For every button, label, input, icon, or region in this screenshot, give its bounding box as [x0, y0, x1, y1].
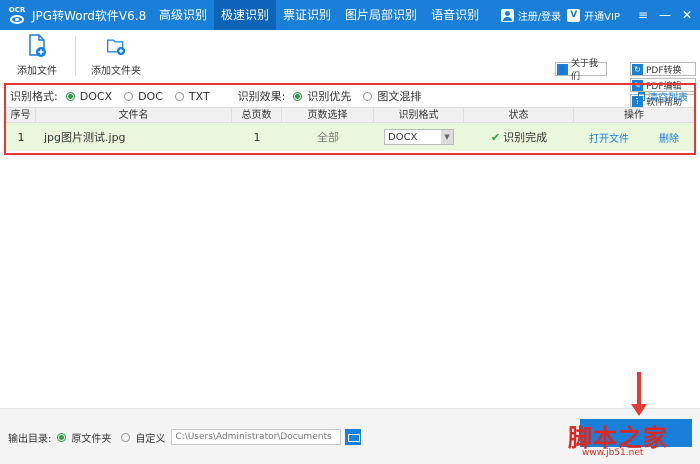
radio-icon: [121, 432, 131, 442]
output-original-label: 原文件夹: [71, 433, 112, 445]
row-status: ✔ 识别完成: [464, 129, 574, 145]
tab-advanced-recognition[interactable]: 高级识别: [152, 0, 214, 30]
logo-text: OCR: [8, 6, 26, 14]
row-filename: jpg图片测试.jpg: [44, 131, 126, 144]
pdf-convert-label: PDF转换: [646, 65, 682, 76]
add-folder-button[interactable]: 添加文件夹: [91, 34, 141, 77]
effect-label: 识别效果:: [237, 90, 286, 103]
trash-icon: [638, 91, 645, 101]
effect-option-mixed-layout[interactable]: 图文混排: [363, 88, 421, 104]
row-actions: 打开文件 删除: [574, 130, 694, 145]
refresh-icon: ↻: [632, 63, 643, 75]
format-txt-label: TXT: [188, 89, 210, 103]
vip-label: 开通VIP: [584, 11, 620, 23]
header-filename: 文件名: [36, 108, 232, 122]
tab-partial-image-recognition[interactable]: 图片局部识别: [338, 0, 424, 30]
format-option-docx[interactable]: DOCX: [65, 89, 113, 103]
about-us-button[interactable]: 👤 关于我们: [555, 59, 607, 82]
output-path-input[interactable]: [171, 429, 342, 445]
clear-list-button[interactable]: 清空列表: [638, 89, 688, 104]
row-format-select[interactable]: DOCX ▼: [384, 129, 454, 145]
vip-icon: V: [567, 8, 581, 22]
row-total-pages: 1: [253, 130, 261, 144]
login-label: 注册/登录: [517, 11, 562, 23]
add-file-button[interactable]: 添加文件: [17, 34, 57, 77]
watermark-url: www.jb51.net: [582, 448, 644, 458]
header-status: 状态: [464, 108, 574, 122]
table-header: 序号 文件名 总页数 页数选择 识别格式 状态 操作: [6, 107, 694, 123]
row-page-select[interactable]: 全部: [282, 129, 374, 145]
file-list-panel: 识别格式: DOCX DOC TXT 识别效果: 识别优先 图文混排 清空列表 …: [4, 83, 696, 155]
options-bar: 识别格式: DOCX DOC TXT 识别效果: 识别优先 图文混排 清空列表: [6, 85, 694, 107]
toolbar: 添加文件 添加文件夹 👤 关于我们 ↻ PDF转换 ✎ PDF编辑 ? 软件帮助: [0, 30, 700, 108]
header-total-pages: 总页数: [232, 108, 282, 122]
radio-icon: [293, 91, 303, 101]
mode-tabs: 高级识别 极速识别 票证识别 图片局部识别 语音识别: [152, 0, 486, 30]
effect-mixed-layout-label: 图文混排: [377, 90, 422, 103]
output-label: 输出目录:: [8, 433, 52, 445]
header-index: 序号: [6, 108, 36, 122]
tab-voice-recognition[interactable]: 语音识别: [424, 0, 486, 30]
output-custom-option[interactable]: 自定义: [121, 430, 165, 445]
header-format: 识别格式: [374, 108, 464, 122]
browse-folder-icon[interactable]: [345, 429, 362, 445]
close-icon[interactable]: ✕: [678, 8, 696, 22]
ocr-logo-icon: OCR: [6, 3, 28, 27]
output-custom-label: 自定义: [135, 433, 166, 445]
pdf-convert-button[interactable]: ↻ PDF转换: [630, 62, 696, 76]
output-directory-row: 输出目录: 原文件夹 自定义: [8, 429, 362, 445]
header-page-select: 页数选择: [282, 108, 374, 122]
effect-recognition-first-label: 识别优先: [307, 90, 352, 103]
delete-link[interactable]: 删除: [659, 130, 679, 145]
chevron-down-icon: ▼: [441, 130, 453, 144]
person-icon: 👤: [557, 63, 568, 75]
login-link[interactable]: 注册/登录: [500, 8, 562, 23]
format-label: 识别格式:: [10, 90, 58, 103]
tab-ticket-recognition[interactable]: 票证识别: [276, 0, 338, 30]
toolbar-divider: [75, 36, 76, 76]
format-docx-label: DOCX: [79, 89, 113, 103]
radio-icon: [174, 91, 184, 101]
open-file-link[interactable]: 打开文件: [589, 130, 629, 145]
radio-icon: [65, 91, 75, 101]
annotation-arrow-icon: [631, 404, 647, 416]
user-icon: [500, 8, 514, 22]
format-option-doc[interactable]: DOC: [124, 90, 163, 103]
tab-fast-recognition[interactable]: 极速识别: [214, 0, 277, 30]
app-title: JPG转Word软件V6.8: [32, 8, 147, 23]
row-status-text: 识别完成: [503, 131, 548, 144]
effect-option-recognition-first[interactable]: 识别优先: [293, 88, 351, 104]
about-us-label: 关于我们: [571, 59, 599, 82]
add-file-icon: [29, 34, 46, 57]
minimize-icon[interactable]: —: [656, 8, 674, 22]
vip-link[interactable]: V 开通VIP: [567, 8, 620, 23]
add-folder-label: 添加文件夹: [91, 66, 141, 77]
menu-icon[interactable]: ≡: [634, 8, 652, 22]
format-doc-label: DOC: [138, 89, 163, 103]
clear-list-label: 清空列表: [648, 92, 688, 104]
radio-icon: [363, 91, 373, 101]
check-icon: ✔: [490, 130, 501, 144]
add-folder-icon: [107, 39, 126, 56]
output-original-folder-option[interactable]: 原文件夹: [57, 430, 111, 445]
row-index: 1: [17, 130, 25, 144]
header-actions: 操作: [624, 110, 644, 121]
table-row[interactable]: 1 jpg图片测试.jpg 1 全部 DOCX ▼ ✔ 识别完成 打开文件 删除: [6, 123, 694, 151]
radio-icon: [124, 91, 134, 101]
row-format-value: DOCX: [388, 131, 418, 143]
format-option-txt[interactable]: TXT: [174, 89, 210, 103]
radio-icon: [57, 432, 67, 442]
annotation-arrow-line: [637, 372, 641, 406]
add-file-label: 添加文件: [17, 66, 57, 77]
title-bar: OCR JPG转Word软件V6.8 高级识别 极速识别 票证识别 图片局部识别…: [0, 0, 700, 30]
